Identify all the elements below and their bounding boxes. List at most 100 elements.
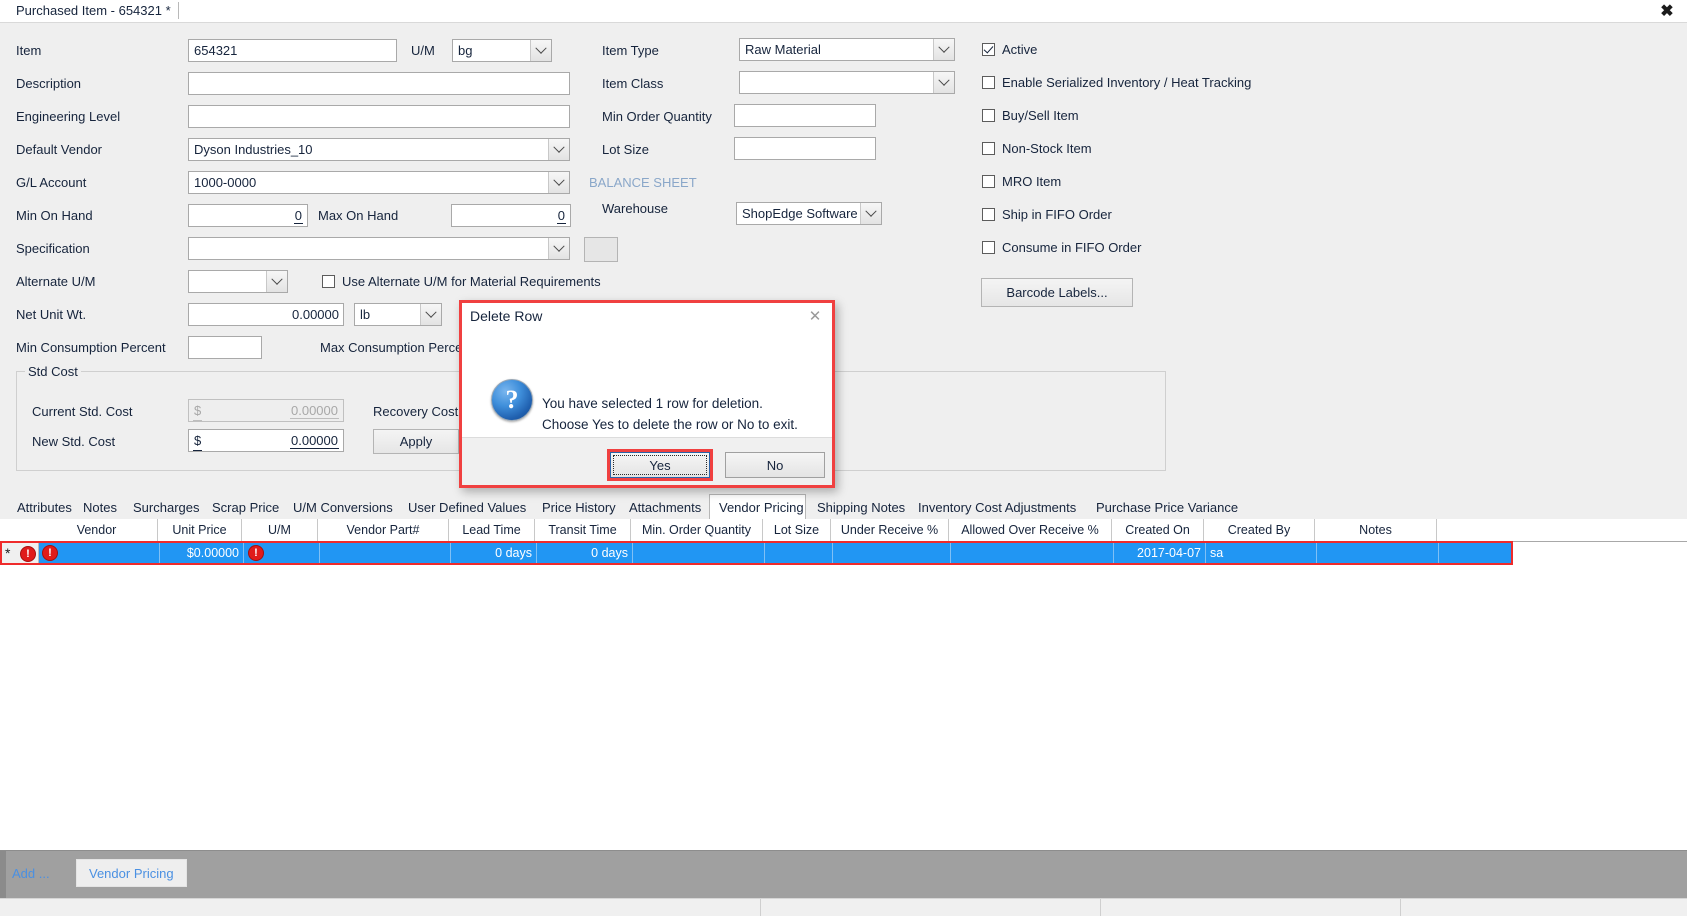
net-unit-wt-uom-combo[interactable]: lb [354,303,442,326]
vendor-pricing-button[interactable]: Vendor Pricing [76,859,187,887]
new-std-cost-value: 0.00000 [290,433,339,449]
add-link[interactable]: Add ... [12,866,50,881]
checkbox-mro-item[interactable] [982,175,995,188]
checkbox-consume-in-fifo-order[interactable] [982,241,995,254]
label-min-on-hand: Min On Hand [16,208,93,223]
cell-error-icon[interactable]: ! [248,545,264,561]
column-header-vendor-part[interactable]: Vendor Part# [318,519,449,541]
tab-scrap-price[interactable]: Scrap Price [203,495,282,519]
checkbox-non-stock-item[interactable] [982,142,995,155]
lot-size-input[interactable] [734,137,876,160]
cell-vendor[interactable]: ! [38,543,160,563]
label-item-class: Item Class [602,76,664,91]
cell-u-m[interactable]: ! [244,543,320,563]
column-header-unit-price[interactable]: Unit Price [158,519,242,541]
barcode-labels-button[interactable]: Barcode Labels... [981,278,1133,307]
use-alternate-um-checkbox[interactable] [322,275,335,288]
tab-attributes[interactable]: Attributes [8,495,72,519]
chevron-down-icon[interactable] [860,203,881,224]
cell-transit-time[interactable]: 0 days [537,543,633,563]
item-class-combo[interactable] [739,71,955,94]
checkbox-buy-sell-item[interactable] [982,109,995,122]
column-header-u-m[interactable]: U/M [242,519,318,541]
new-std-cost-input[interactable]: $ 0.00000 [188,429,344,452]
chevron-down-icon[interactable] [933,39,954,60]
tab-inventory-cost-adjustments[interactable]: Inventory Cost Adjustments [909,495,1085,519]
cell-created-on[interactable]: 2017-04-07 [1114,543,1206,563]
description-input[interactable] [188,72,570,95]
row-header[interactable]: *! [2,543,39,563]
column-header-lead-time[interactable]: Lead Time [449,519,535,541]
tab-user-defined-values[interactable]: User Defined Values [399,495,531,519]
column-header-allowed-over-receive[interactable]: Allowed Over Receive % [949,519,1112,541]
column-header-transit-time[interactable]: Transit Time [535,519,631,541]
new-std-cost-currency: $ [193,432,203,451]
cell-lot-size[interactable] [765,543,833,563]
use-alternate-um-label: Use Alternate U/M for Material Requireme… [342,274,601,289]
apply-std-cost-button[interactable]: Apply [373,429,459,454]
net-unit-wt-input[interactable]: 0.00000 [188,303,344,326]
tab-surcharges[interactable]: Surcharges [124,495,201,519]
min-on-hand-input[interactable]: 0 [188,204,308,227]
max-on-hand-input[interactable]: 0 [451,204,571,227]
vendor-pricing-button-label: Vendor Pricing [89,865,174,881]
chevron-down-icon[interactable] [548,238,569,259]
checkbox-label-ship-in-fifo-order: Ship in FIFO Order [1002,207,1112,222]
tab-label: Notes [83,499,117,515]
tab-attachments[interactable]: Attachments [620,495,707,519]
chevron-down-icon[interactable] [548,139,569,160]
item-type-combo[interactable]: Raw Material [739,38,955,61]
column-header-under-receive[interactable]: Under Receive % [831,519,949,541]
tab-shipping-notes[interactable]: Shipping Notes [808,495,907,519]
column-header-min-order-quantity[interactable]: Min. Order Quantity [631,519,763,541]
close-icon[interactable]: ✖ [1655,1,1679,21]
dialog-yes-button[interactable]: Yes [607,449,713,481]
specification-browse-button[interactable] [584,237,618,262]
row-error-icon[interactable]: ! [20,546,36,562]
label-max-on-hand: Max On Hand [318,208,399,223]
min-order-quantity-input[interactable] [734,104,876,127]
tab-vendor-pricing[interactable]: Vendor Pricing [709,494,806,520]
cell-under-receive[interactable] [833,543,951,563]
document-tab-purchased-item[interactable]: Purchased Item - 654321 * [6,0,181,22]
cell-unit-price[interactable]: $0.00000 [160,543,244,563]
tab-price-history[interactable]: Price History [533,495,618,519]
checkbox-ship-in-fifo-order[interactable] [982,208,995,221]
column-header-created-by[interactable]: Created By [1204,519,1315,541]
column-header-notes[interactable]: Notes [1315,519,1437,541]
column-header-created-on[interactable]: Created On [1112,519,1204,541]
barcode-labels-label: Barcode Labels... [1006,285,1108,300]
chevron-down-icon[interactable] [933,72,954,93]
um-combo[interactable]: bg [452,39,552,62]
item-input[interactable] [188,39,397,62]
warehouse-combo[interactable]: ShopEdge Software [736,202,882,225]
gl-account-combo[interactable]: 1000-0000 [188,171,570,194]
cell-created-by[interactable]: sa [1206,543,1317,563]
column-header-lot-size[interactable]: Lot Size [763,519,831,541]
chevron-down-icon[interactable] [420,304,441,325]
cell-error-icon[interactable]: ! [42,545,58,561]
cell-lead-time[interactable]: 0 days [451,543,537,563]
checkbox-active[interactable] [982,43,995,56]
table-row[interactable]: *!! $0.00000! 0 days 0 days 2017-04-07 sa [0,541,1513,565]
default-vendor-combo[interactable]: Dyson Industries_10 [188,138,570,161]
chevron-down-icon[interactable] [548,172,569,193]
tab-notes[interactable]: Notes [74,495,122,519]
chevron-down-icon[interactable] [266,271,287,292]
dialog-close-icon[interactable]: ✕ [804,307,826,325]
cell-notes[interactable] [1317,543,1439,563]
cell-min-order-quantity[interactable] [633,543,765,563]
specification-combo[interactable] [188,237,570,260]
dialog-no-button[interactable]: No [725,452,825,478]
tab-u-m-conversions[interactable]: U/M Conversions [284,495,397,519]
alternate-um-combo[interactable] [188,270,288,293]
engineering-level-input[interactable] [188,105,570,128]
checkbox-enable-serialized-inventory[interactable] [982,76,995,89]
min-consumption-percent-input[interactable] [188,336,262,359]
cell-vendor-part[interactable] [320,543,451,563]
tab-purchase-price-variance[interactable]: Purchase Price Variance [1087,495,1246,519]
label-min-consumption-percent: Min Consumption Percent [16,340,166,355]
cell-allowed-over-receive[interactable] [951,543,1114,563]
chevron-down-icon[interactable] [530,40,551,61]
column-header-vendor[interactable]: Vendor [36,519,158,541]
